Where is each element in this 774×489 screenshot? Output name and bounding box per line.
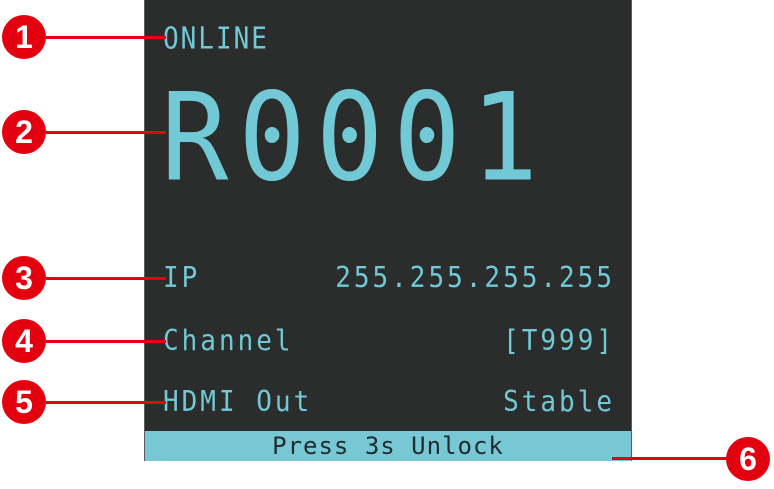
connection-status: ONLINE [163, 22, 269, 57]
callout-4-leader [46, 340, 166, 343]
callout-4: 4 [2, 319, 46, 363]
channel-label: Channel [163, 324, 294, 358]
callout-6-leader [612, 457, 742, 460]
channel-value: [T999] [503, 324, 615, 358]
hdmi-out-label: HDMI Out [163, 385, 313, 419]
ip-value: 255.255.255.255 [335, 261, 615, 295]
callout-3: 3 [2, 256, 46, 300]
device-display-screen: ONLINE R0001 IP 255.255.255.255 Channel … [144, 0, 632, 461]
callout-1-leader [46, 36, 166, 39]
callout-1: 1 [2, 15, 46, 59]
callout-6: 6 [726, 437, 770, 481]
device-id: R0001 [161, 68, 549, 209]
ip-row: IP 255.255.255.255 [163, 261, 615, 295]
annotated-display-diagram: ONLINE R0001 IP 255.255.255.255 Channel … [0, 0, 774, 489]
callout-2-leader [46, 131, 166, 134]
hdmi-out-row: HDMI Out Stable [163, 385, 615, 419]
ip-label: IP [163, 261, 201, 295]
channel-row: Channel [T999] [163, 324, 615, 358]
unlock-prompt-bar[interactable]: Press 3s Unlock [145, 431, 631, 461]
callout-3-leader [46, 277, 166, 280]
hdmi-out-value: Stable [503, 385, 615, 419]
callout-5-leader [46, 401, 166, 404]
callout-2: 2 [2, 110, 46, 154]
callout-5: 5 [2, 380, 46, 424]
